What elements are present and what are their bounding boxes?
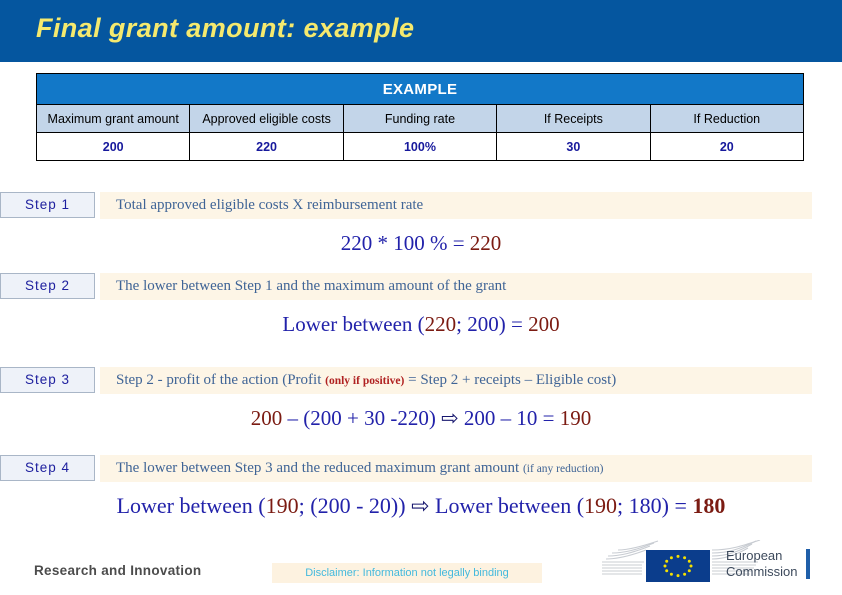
table-banner-cell: EXAMPLE <box>36 73 804 105</box>
step-row-3: Step 3 Step 2 - profit of the action (Pr… <box>0 367 842 394</box>
eu-flag-field <box>646 550 710 582</box>
step-description-3: Step 2 - profit of the action (Profit (o… <box>116 367 616 394</box>
formula-part: Lower between ( <box>429 493 585 518</box>
disclaimer-band: Disclaimer: Information not legally bind… <box>272 563 542 583</box>
table-header-cell: If Receipts <box>496 104 651 133</box>
formula-part: ⇨ <box>411 493 430 518</box>
step-description-text: The lower between Step 3 and the reduced… <box>116 460 523 476</box>
table-value-row: 200 220 100% 30 20 <box>35 132 805 161</box>
formula-part: ; 180) = <box>617 493 693 518</box>
table-value-cell: 30 <box>496 132 651 161</box>
formula-part: 200 <box>250 406 283 430</box>
formula-part: 200 – 10 = <box>458 406 560 430</box>
step-description-2: The lower between Step 1 and the maximum… <box>116 278 507 294</box>
step-badge-4: Step 4 <box>0 455 95 481</box>
step-description-note: (only if positive) <box>325 375 405 387</box>
step-row-4: Step 4 The lower between Step 3 and the … <box>0 455 842 482</box>
formula-part: Lower between ( <box>116 493 266 518</box>
step-formula-3: 200 – (200 + 30 -220) ⇨ 200 – 10 = 190 <box>0 406 842 431</box>
step-description-1: Total approved eligible costs X reimburs… <box>116 197 424 213</box>
page-title: Final grant amount: example <box>36 13 415 43</box>
step-row-2: Step 2 The lower between Step 1 and the … <box>0 273 842 300</box>
formula-part: 180 <box>692 493 726 518</box>
disclaimer-text: Disclaimer: Information not legally bind… <box>305 567 509 579</box>
table-banner-row: EXAMPLE <box>36 73 804 105</box>
formula-part: 190 <box>265 493 299 518</box>
table-value-cell: 100% <box>342 132 498 161</box>
step-description-text: Step 2 - profit of the action (Profit <box>116 372 326 388</box>
commission-line-1: European <box>726 548 783 563</box>
step-description-text: = Step 2 + receipts – Eligible cost) <box>404 372 617 388</box>
formula-part: 220 * 100 % = <box>340 231 470 255</box>
footer-research-label: Research and Innovation <box>34 563 202 578</box>
slide-header-bar: Final grant amount: example <box>0 0 842 62</box>
formula-part: 200 <box>528 312 560 336</box>
step-description-4: The lower between Step 3 and the reduced… <box>116 455 603 482</box>
formula-part: – (200 + 30 -220) <box>282 406 442 430</box>
formula-part: ; 200) = <box>456 312 529 336</box>
example-table: EXAMPLE Maximum grant amount Approved el… <box>35 73 805 161</box>
step-row-1: Step 1 Total approved eligible costs X r… <box>0 192 842 219</box>
table-value-cell: 220 <box>189 132 344 161</box>
step-badge-1: Step 1 <box>0 192 95 218</box>
table-header-cell: Maximum grant amount <box>35 104 191 133</box>
commission-accent-bar <box>806 549 810 579</box>
table-header-cell: If Reduction <box>649 104 805 133</box>
step-badge-2: Step 2 <box>0 273 95 299</box>
european-commission-wordmark: European Commission <box>726 548 798 580</box>
table-value-cell: 20 <box>649 132 805 161</box>
step-formula-1: 220 * 100 % = 220 <box>0 231 842 256</box>
formula-part: Lower between ( <box>282 312 425 336</box>
commission-line-2: Commission <box>726 564 798 579</box>
formula-part: 220 <box>424 312 457 336</box>
formula-part: ; (200 - 20)) <box>298 493 412 518</box>
formula-part: 190 <box>559 406 592 430</box>
step-badge-3: Step 3 <box>0 367 95 393</box>
formula-part: 220 <box>469 231 502 255</box>
formula-part: 190 <box>584 493 618 518</box>
step-description-note: (if any reduction) <box>522 463 604 475</box>
table-value-cell: 200 <box>35 132 191 161</box>
formula-part: ⇨ <box>441 406 459 430</box>
table-header-row: Maximum grant amount Approved eligible c… <box>35 104 805 133</box>
step-formula-2: Lower between (220; 200) = 200 <box>0 312 842 337</box>
step-formula-4: Lower between (190; (200 - 20)) ⇨ Lower … <box>0 493 842 519</box>
table-header-cell: Funding rate <box>342 104 498 133</box>
table-header-cell: Approved eligible costs <box>189 104 344 133</box>
